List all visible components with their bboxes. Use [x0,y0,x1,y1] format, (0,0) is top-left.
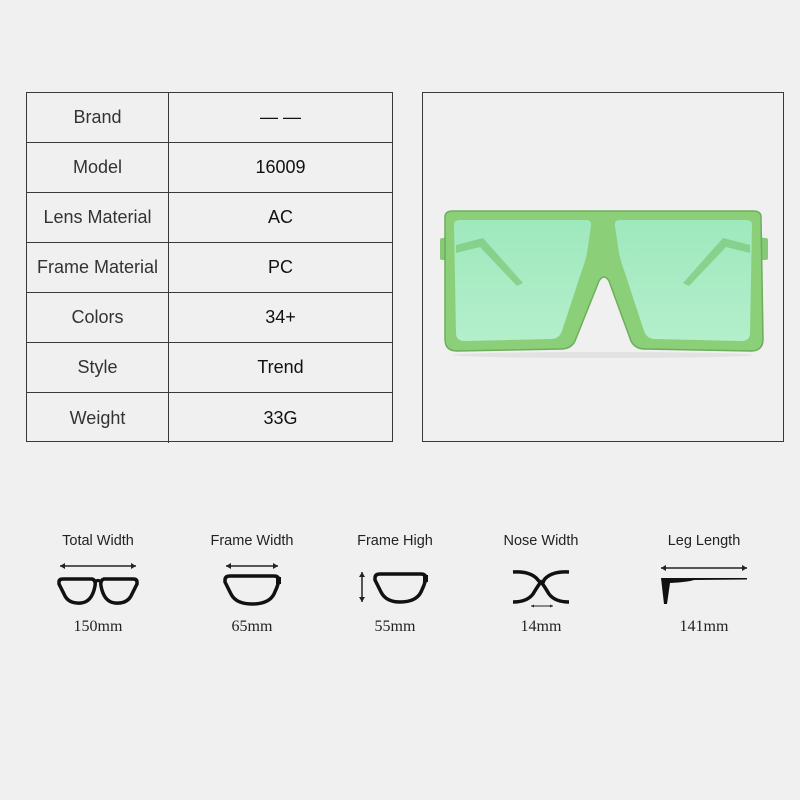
dimensions-row: Total Width 150mm Frame Width 65mm Frame… [0,530,800,660]
spec-row-style: Style Trend [27,343,392,393]
total-width-icon [57,563,139,605]
spec-label: Weight [27,393,169,443]
dimension-nose-width: Nose Width 14mm [471,530,611,636]
nose-width-icon [512,570,570,608]
dimension-leg-length: Leg Length 141mm [634,530,774,636]
frame-high-icon [359,572,428,604]
spec-value: AC [267,207,293,227]
dimension-value: 55mm [374,618,416,635]
dimension-title: Nose Width [503,533,579,549]
spec-label: Model [27,143,169,192]
spec-value: 34+ [265,307,296,327]
dimension-title: Total Width [62,533,134,549]
spec-label: Colors [27,293,169,342]
leg-length-icon [661,565,747,604]
spec-label: Brand [27,93,169,142]
dimension-value: 150mm [73,618,123,635]
spec-row-colors: Colors 34+ [27,293,392,343]
spec-row-lens-material: Lens Material AC [27,193,392,243]
sunglasses-icon [440,210,768,358]
spec-row-brand: Brand — — [27,93,392,143]
spec-row-model: Model 16009 [27,143,392,193]
dimension-title: Frame Width [210,533,294,549]
dimension-total-width: Total Width 150mm [28,530,168,636]
spec-label: Lens Material [27,193,169,242]
spec-value: PC [267,257,293,277]
spec-row-weight: Weight 33G [27,393,392,443]
product-image [422,92,784,442]
spec-label: Frame Material [27,243,169,292]
dimension-value: 141mm [679,618,729,635]
spec-label: Style [27,343,169,392]
dimension-frame-width: Frame Width 65mm [182,530,322,636]
spec-table: Brand — — Model 16009 Lens Material AC F… [26,92,393,443]
frame-width-icon [223,563,281,606]
spec-value: Trend [257,357,304,377]
spec-value: 16009 [255,157,306,177]
spec-value: — — [259,107,301,127]
dimension-frame-high: Frame High 55mm [325,530,465,636]
spec-value: 33G [263,407,298,428]
dimension-value: 14mm [520,618,562,635]
dimension-title: Leg Length [667,533,741,549]
dimension-title: Frame High [357,533,433,549]
dimension-value: 65mm [231,618,273,635]
spec-row-frame-material: Frame Material PC [27,243,392,293]
